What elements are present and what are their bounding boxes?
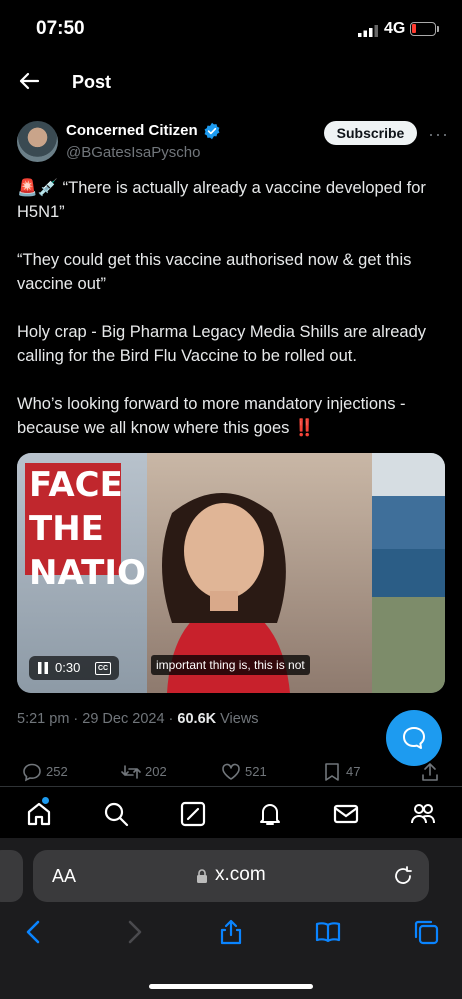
author-name[interactable]: Concerned Citizen <box>66 122 198 139</box>
reply-fab-button[interactable] <box>386 710 442 766</box>
battery-tip <box>437 26 439 32</box>
share-icon <box>422 763 438 781</box>
double-exclamation-emoji: ‼️ <box>294 419 315 437</box>
pause-icon[interactable] <box>37 662 49 674</box>
search-icon[interactable] <box>102 800 130 828</box>
like-count: 521 <box>245 764 267 779</box>
reader-settings-button[interactable]: AA <box>52 866 76 887</box>
home-icon[interactable] <box>25 800 53 828</box>
tweet-paragraph-3: Holy crap - Big Pharma Legacy Media Shil… <box>17 323 431 365</box>
reply-count: 252 <box>46 764 68 779</box>
tweet-line-1: “There is actually already a vaccine dev… <box>17 179 431 221</box>
video-caption: important thing is, this is not <box>151 655 310 675</box>
video-player[interactable]: FACE THE NATION 0:30 CC important thing … <box>17 453 445 693</box>
bookmark-count: 47 <box>346 764 361 779</box>
browser-share-icon[interactable] <box>217 918 245 946</box>
url-text[interactable]: x.com <box>215 864 266 886</box>
subscribe-button[interactable]: Subscribe <box>324 121 417 145</box>
communities-icon[interactable] <box>409 800 437 828</box>
share-action[interactable] <box>420 762 440 782</box>
tweet-paragraph-4: Who’s looking forward to more mandatory … <box>17 395 411 437</box>
emoji-alarm-syringe: 🚨💉 <box>17 179 59 197</box>
video-elapsed-time: 0:30 <box>55 660 81 675</box>
tabs-overview-icon[interactable] <box>412 918 440 946</box>
messages-envelope-icon[interactable] <box>332 800 360 828</box>
repost-icon <box>121 765 141 779</box>
status-time: 07:50 <box>36 18 85 39</box>
tweet-text: 🚨💉 “There is actually already a vaccine … <box>17 176 447 440</box>
like-action[interactable]: 521 <box>221 762 281 782</box>
post-meta: 5:21 pm · 29 Dec 2024 · 60.6K Views <box>17 711 259 727</box>
battery-icon <box>410 22 436 36</box>
page-title: Post <box>72 72 112 92</box>
author-handle[interactable]: @BGatesIsaPyscho <box>66 144 200 161</box>
lock-icon <box>197 869 207 883</box>
back-arrow-icon[interactable] <box>18 70 40 92</box>
video-controls[interactable]: 0:30 CC <box>29 656 119 680</box>
browser-forward-icon[interactable] <box>120 918 148 946</box>
notifications-bell-icon[interactable] <box>256 800 284 828</box>
closed-caption-icon[interactable]: CC <box>95 662 111 675</box>
chat-bubble-icon <box>403 727 425 749</box>
verified-badge-icon <box>204 122 220 140</box>
repost-count: 202 <box>145 764 167 779</box>
bookmark-icon <box>325 763 339 781</box>
bookmarks-book-icon[interactable] <box>314 918 342 946</box>
nav-divider <box>0 786 462 787</box>
video-logo: FACE THE NATION <box>25 463 174 593</box>
views-label: Views <box>216 711 259 727</box>
bookmark-action[interactable]: 47 <box>322 762 372 782</box>
previous-tab-preview[interactable] <box>0 850 23 902</box>
avatar[interactable] <box>17 121 58 162</box>
home-indicator <box>149 984 313 989</box>
repost-action[interactable]: 202 <box>121 762 181 782</box>
reply-action[interactable]: 252 <box>22 762 82 782</box>
signal-icon <box>358 25 378 37</box>
notification-dot <box>42 797 49 804</box>
post-date: 5:21 pm · 29 Dec 2024 · <box>17 711 178 727</box>
browser-back-icon[interactable] <box>20 918 48 946</box>
reload-icon[interactable] <box>392 865 414 887</box>
views-count: 60.6K <box>177 711 217 727</box>
tweet-paragraph-2: “They could get this vaccine authorised … <box>17 251 416 293</box>
grok-icon[interactable] <box>179 800 207 828</box>
reply-icon <box>23 763 41 782</box>
network-type: 4G <box>384 20 406 37</box>
heart-icon <box>222 763 240 780</box>
more-options-icon[interactable]: ··· <box>428 124 449 145</box>
